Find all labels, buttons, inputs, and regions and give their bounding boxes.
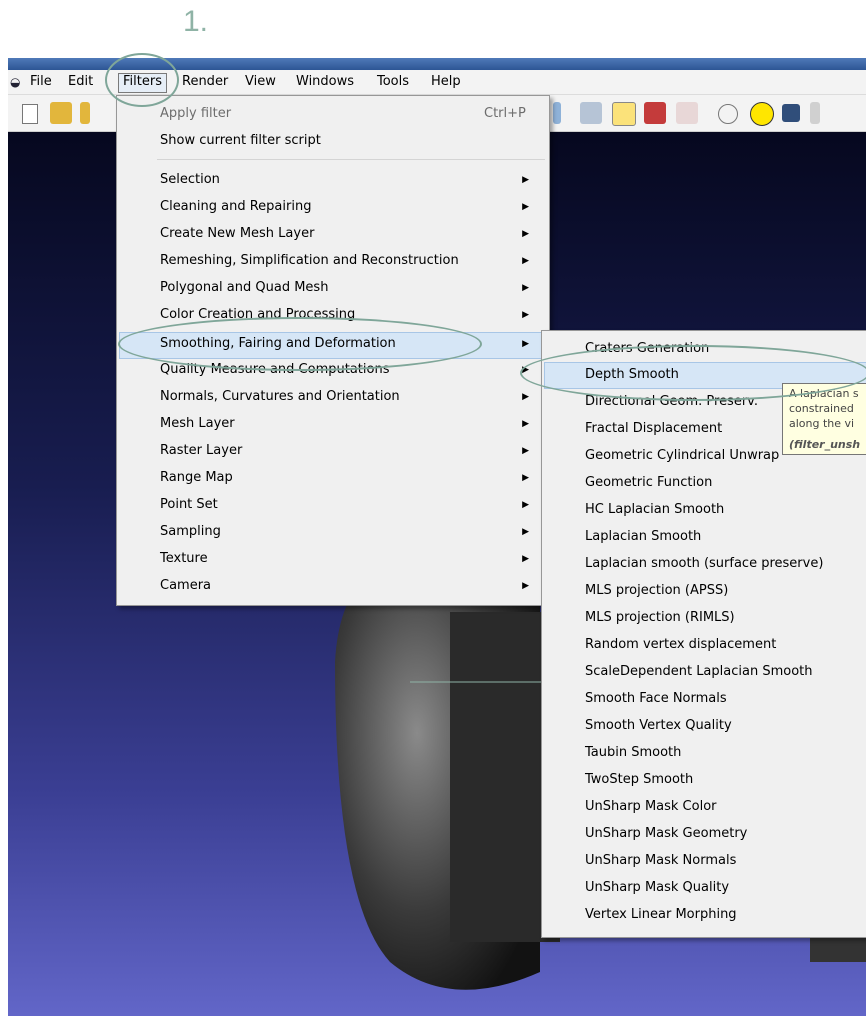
submenu-item-laplacian-surface[interactable]: Laplacian smooth (surface preserve) [585, 550, 823, 577]
new-file-icon[interactable] [22, 104, 38, 124]
trackball-icon[interactable] [718, 104, 738, 124]
tooltip-line-1: A laplacian s [789, 387, 859, 400]
menu-windows[interactable]: Windows [292, 73, 358, 91]
menu-item-create-mesh-layer[interactable]: Create New Mesh Layer ▶ [160, 223, 545, 245]
annotation-a-icon[interactable] [750, 102, 774, 126]
menu-item-mesh-layer[interactable]: Mesh Layer ▶ [160, 413, 545, 435]
toolbar-more-icon[interactable] [810, 102, 820, 124]
submenu-arrow-icon: ▶ [522, 473, 529, 483]
wireframe-icon[interactable] [676, 102, 698, 124]
menu-item-camera[interactable]: Camera ▶ [160, 575, 545, 597]
tooltip-line-2: constrained [789, 402, 854, 415]
menu-item-sampling[interactable]: Sampling ▶ [160, 521, 545, 543]
show-filter-script-item[interactable]: Show current filter script [160, 130, 321, 152]
submenu-item-scaledependent[interactable]: ScaleDependent Laplacian Smooth [585, 658, 813, 685]
submenu-item-hc-laplacian[interactable]: HC Laplacian Smooth [585, 496, 724, 523]
submenu-item-depth-smooth[interactable]: Depth Smooth [585, 361, 679, 388]
submenu-item-fractal[interactable]: Fractal Displacement [585, 415, 722, 442]
submenu-item-unsharp-geometry[interactable]: UnSharp Mask Geometry [585, 820, 747, 847]
submenu-arrow-icon: ▶ [522, 365, 529, 375]
open-folder-icon[interactable] [50, 102, 72, 124]
submenu-item-unsharp-quality[interactable]: UnSharp Mask Quality [585, 874, 729, 901]
submenu-item-vertex-linear-morphing[interactable]: Vertex Linear Morphing [585, 901, 737, 928]
open-project-icon[interactable] [80, 102, 90, 124]
submenu-arrow-icon: ▶ [522, 256, 529, 266]
submenu-item-laplacian[interactable]: Laplacian Smooth [585, 523, 701, 550]
submenu-arrow-icon: ▶ [522, 392, 529, 402]
apply-filter-shortcut: Ctrl+P [484, 106, 526, 121]
menu-item-range-map[interactable]: Range Map ▶ [160, 467, 545, 489]
menu-item-remeshing[interactable]: Remeshing, Simplification and Reconstruc… [160, 250, 545, 272]
light-bulb-icon[interactable] [612, 102, 636, 126]
submenu-arrow-icon: ▶ [522, 419, 529, 429]
submenu-item-unsharp-color[interactable]: UnSharp Mask Color [585, 793, 717, 820]
step-1-label: 1. [183, 5, 209, 38]
menu-item-point-set[interactable]: Point Set ▶ [160, 494, 545, 516]
submenu-item-craters[interactable]: Craters Generation [585, 335, 709, 362]
menu-item-smoothing[interactable]: Smoothing, Fairing and Deformation ▶ [160, 333, 545, 355]
menu-file[interactable]: File [26, 73, 56, 91]
submenu-item-random-vertex[interactable]: Random vertex displacement [585, 631, 776, 658]
render-mode-icon[interactable] [644, 102, 666, 124]
submenu-arrow-icon: ▶ [522, 229, 529, 239]
menu-item-raster-layer[interactable]: Raster Layer ▶ [160, 440, 545, 462]
menu-separator [157, 159, 545, 160]
submenu-item-unsharp-normals[interactable]: UnSharp Mask Normals [585, 847, 736, 874]
tooltip-filter-id: (filter_unsh [789, 438, 861, 451]
menu-item-color[interactable]: Color Creation and Processing ▶ [160, 304, 545, 326]
app-logo-icon: ◒ [10, 75, 21, 89]
menu-view[interactable]: View [241, 73, 280, 91]
submenu-item-taubin[interactable]: Taubin Smooth [585, 739, 681, 766]
menu-render[interactable]: Render [178, 73, 232, 91]
menu-item-cleaning[interactable]: Cleaning and Repairing ▶ [160, 196, 545, 218]
submenu-item-mls-apss[interactable]: MLS projection (APSS) [585, 577, 728, 604]
submenu-arrow-icon: ▶ [522, 554, 529, 564]
menu-item-polygonal[interactable]: Polygonal and Quad Mesh ▶ [160, 277, 545, 299]
filter-tooltip: A laplacian s constrained along the vi (… [782, 383, 866, 455]
menu-bar: ◒ File Edit Filters Render View Windows … [8, 70, 866, 95]
layer-dialog-icon[interactable] [553, 102, 561, 124]
menu-item-normals[interactable]: Normals, Curvatures and Orientation ▶ [160, 386, 545, 408]
submenu-arrow-icon: ▶ [522, 500, 529, 510]
menu-item-texture[interactable]: Texture ▶ [160, 548, 545, 570]
menu-help[interactable]: Help [427, 73, 465, 91]
submenu-item-mls-rimls[interactable]: MLS projection (RIMLS) [585, 604, 735, 631]
submenu-arrow-icon: ▶ [522, 446, 529, 456]
submenu-item-twostep[interactable]: TwoStep Smooth [585, 766, 693, 793]
submenu-arrow-icon: ▶ [522, 339, 529, 349]
info-panel-icon[interactable] [782, 104, 800, 122]
submenu-item-cylindrical-unwrap[interactable]: Geometric Cylindrical Unwrap [585, 442, 779, 469]
submenu-arrow-icon: ▶ [522, 283, 529, 293]
menu-filters[interactable]: Filters [118, 73, 167, 93]
submenu-item-directional[interactable]: Directional Geom. Preserv. [585, 388, 758, 415]
submenu-item-smooth-vertex-quality[interactable]: Smooth Vertex Quality [585, 712, 732, 739]
submenu-item-geometric-function[interactable]: Geometric Function [585, 469, 712, 496]
apply-filter-item[interactable]: Apply filter [160, 103, 231, 125]
light-settings-icon[interactable] [580, 102, 602, 124]
submenu-arrow-icon: ▶ [522, 581, 529, 591]
filters-menu: Apply filter Ctrl+P Show current filter … [116, 95, 550, 606]
menu-edit[interactable]: Edit [64, 73, 97, 91]
submenu-arrow-icon: ▶ [522, 175, 529, 185]
menu-item-quality[interactable]: Quality Measure and Computations ▶ [160, 359, 545, 381]
submenu-arrow-icon: ▶ [522, 202, 529, 212]
menu-tools[interactable]: Tools [373, 73, 413, 91]
submenu-arrow-icon: ▶ [522, 527, 529, 537]
tooltip-line-3: along the vi [789, 417, 855, 430]
menu-item-selection[interactable]: Selection ▶ [160, 169, 545, 191]
submenu-arrow-icon: ▶ [522, 310, 529, 320]
window-titlebar [8, 58, 866, 70]
submenu-item-smooth-face-normals[interactable]: Smooth Face Normals [585, 685, 727, 712]
